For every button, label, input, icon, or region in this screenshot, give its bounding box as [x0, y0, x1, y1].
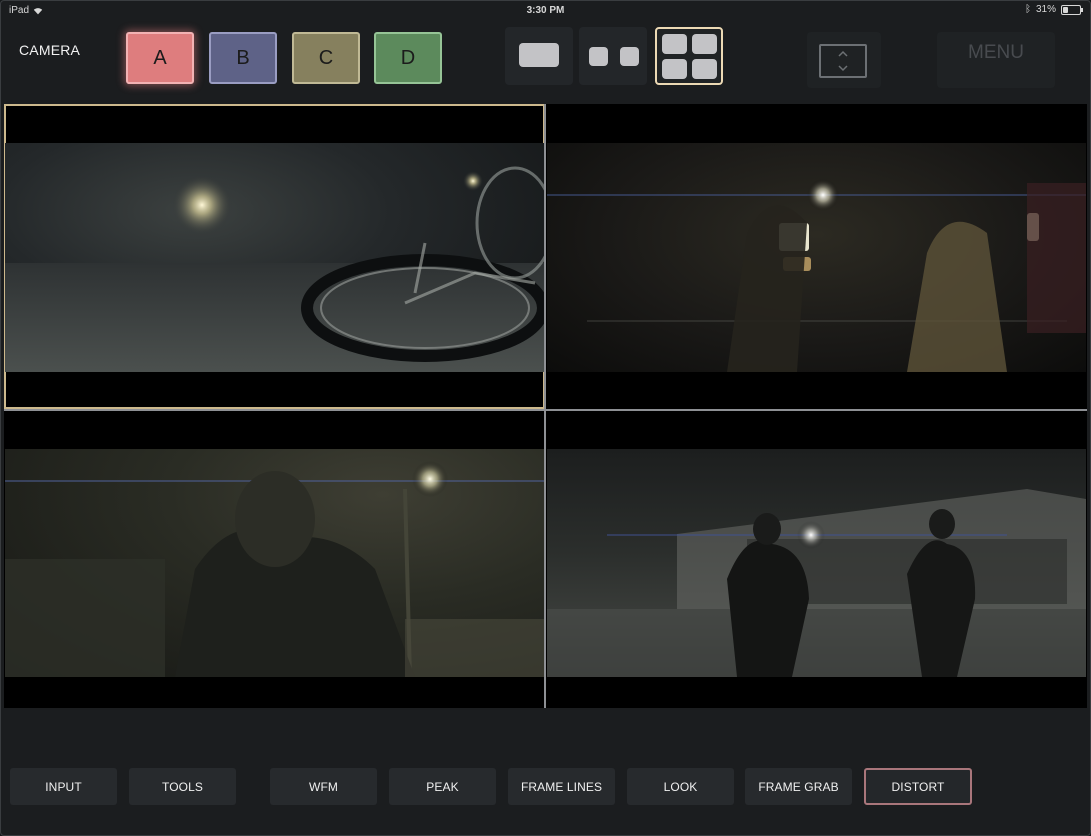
status-bar: iPad 3:30 PM ᛒ 31%: [0, 0, 1091, 22]
camera-d-image: [547, 489, 1086, 677]
frame-lines-button[interactable]: FRAME LINES: [508, 768, 615, 805]
square-br: [692, 59, 717, 79]
square-tr: [692, 34, 717, 54]
camera-c-button[interactable]: C: [292, 32, 360, 84]
layout-single-button[interactable]: [505, 27, 573, 85]
peak-button[interactable]: PEAK: [389, 768, 496, 805]
camera-c-frame: [5, 449, 544, 677]
square-left: [589, 47, 608, 66]
camera-c-image: [5, 461, 544, 677]
tools-button[interactable]: TOOLS: [129, 768, 236, 805]
camera-a-feed[interactable]: [4, 104, 545, 409]
layout-dual-button[interactable]: [579, 27, 647, 85]
viewer-divider-horizontal: [4, 409, 1087, 411]
battery-fill: [1063, 6, 1068, 13]
layout-quad-button[interactable]: [655, 27, 723, 85]
wfm-button[interactable]: WFM: [270, 768, 377, 805]
square-right: [620, 47, 639, 66]
camera-a-frame: [5, 143, 544, 372]
look-button[interactable]: LOOK: [627, 768, 734, 805]
viewer-divider-vertical: [544, 104, 546, 708]
distort-button[interactable]: DISTORT: [864, 768, 972, 805]
camera-b-button[interactable]: B: [209, 32, 277, 84]
battery-icon: [1061, 4, 1083, 15]
expand-arrows: [838, 50, 848, 72]
expand-vertical-icon: [819, 44, 867, 78]
status-right: ᛒ 31%: [1024, 4, 1083, 15]
camera-a-button[interactable]: A: [126, 32, 194, 84]
camera-c-feed[interactable]: [5, 411, 544, 707]
camera-b-image: [547, 179, 1086, 372]
single-rect-icon: [519, 43, 559, 67]
bluetooth-icon: ᛒ: [1024, 4, 1031, 15]
camera-label: CAMERA: [19, 42, 81, 58]
camera-d-button[interactable]: D: [374, 32, 442, 84]
menu-label: MENU: [968, 42, 1024, 63]
camera-a-image: [5, 166, 544, 372]
menu-button[interactable]: MENU: [937, 32, 1055, 88]
input-button[interactable]: INPUT: [10, 768, 117, 805]
frame-grab-button[interactable]: FRAME GRAB: [745, 768, 852, 805]
camera-a-label: A: [153, 46, 167, 69]
camera-d-feed[interactable]: [547, 411, 1086, 707]
square-bl: [662, 59, 687, 79]
camera-c-label: C: [318, 46, 334, 69]
camera-b-frame: [547, 143, 1086, 372]
camera-b-feed[interactable]: [547, 105, 1086, 408]
battery-percent: 31%: [1035, 4, 1056, 15]
camera-b-label: B: [236, 46, 250, 69]
camera-d-frame: [547, 449, 1086, 677]
camera-d-label: D: [400, 46, 416, 69]
status-time: 3:30 PM: [526, 5, 565, 16]
expand-button[interactable]: [807, 32, 881, 88]
square-tl: [662, 34, 687, 54]
